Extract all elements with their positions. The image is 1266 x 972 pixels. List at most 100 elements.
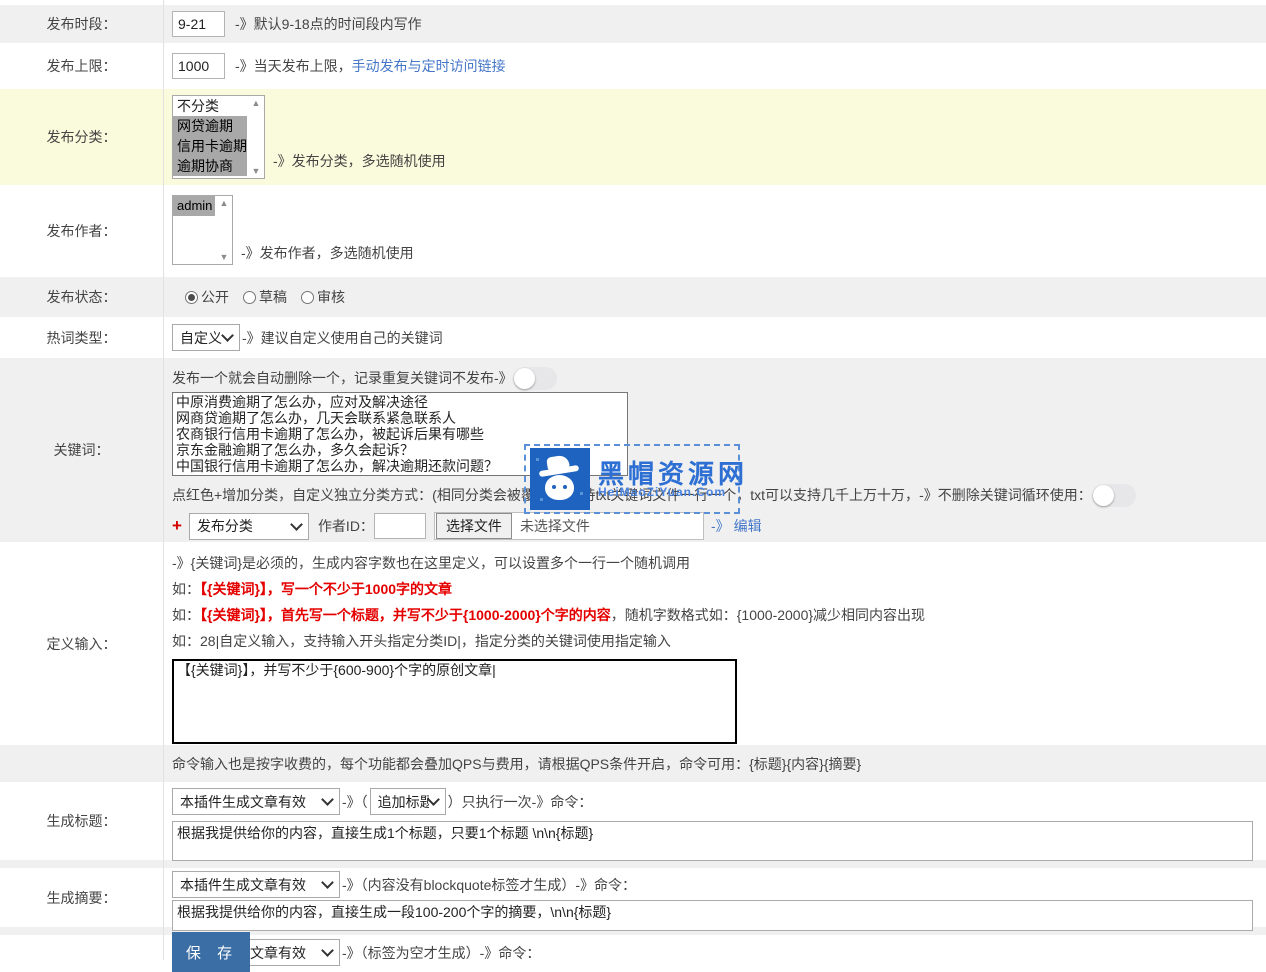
gen-summary-command-textarea[interactable]: 根据我提供给你的内容，直接生成一段100-200个字的摘要，\n\n{标题} — [172, 900, 1253, 931]
radio-selected-icon[interactable] — [185, 291, 198, 304]
define-hint-2: 如：【{关键词}】，写一个不少于1000字的文章 — [172, 576, 1266, 602]
define-input-textarea[interactable]: 【{关键词}】，并写不少于{600-900}个字的原创文章| — [172, 659, 737, 744]
row-publish-limit: 发布上限： -》当天发布上限， 手动发布与定时访问链接 — [0, 43, 1266, 89]
row-gen-summary: 生成摘要： 本插件生成文章有效 -》（内容没有blockquote标签才生成）-… — [0, 868, 1266, 927]
row-hotword-type: 热词类型： 自定义 -》建议自定义使用自己的关键词 — [0, 317, 1266, 358]
select-value: 发布分类 — [197, 516, 253, 536]
edit-link[interactable]: 编辑 — [734, 516, 762, 536]
settings-form: 发布时段： -》默认9-18点的时间段内写作 发布上限： -》当天发布上限， 手… — [0, 0, 1266, 960]
author-option[interactable]: admin — [173, 196, 215, 216]
gen-title-mode-select[interactable]: 本插件生成文章有效 — [172, 788, 340, 815]
chevron-down-icon — [221, 329, 234, 342]
publish-time-hint: -》默认9-18点的时间段内写作 — [235, 14, 422, 34]
gen-summary-after: -》（内容没有blockquote标签才生成）-》命令： — [342, 875, 636, 895]
define-hint-4: 如：28|自定义输入，支持输入开头指定分类ID|，指定分类的关键词使用指定输入 — [172, 628, 1266, 654]
hotword-type-hint: -》建议自定义使用自己的关键词 — [242, 328, 443, 348]
select-value: 自定义 — [180, 328, 222, 348]
label-column-divider — [163, 0, 164, 960]
publish-author-hint: -》发布作者，多选随机使用 — [241, 243, 414, 263]
chevron-down-icon — [321, 793, 334, 806]
hotword-type-select[interactable]: 自定义 — [172, 324, 240, 351]
example-red-text: 【{关键词}】，首先写一个标题，并写不少于{1000-2000}个字的内容 — [200, 607, 611, 623]
category-option[interactable]: 逾期协商 — [173, 156, 247, 176]
watermark-title: 黑帽资源网 — [598, 460, 748, 488]
publish-author-multiselect[interactable]: admin ▲ ▼ — [172, 195, 233, 265]
radio-icon[interactable] — [301, 291, 314, 304]
gen-title-command-textarea[interactable]: 根据我提供给你的内容，直接生成1个标题，只要1个标题 \n\n{标题} — [172, 821, 1253, 861]
watermark-box: 黑帽资源网 HeiMaoZiYuan.Com — [524, 444, 740, 514]
choose-file-button[interactable]: 选择文件 — [436, 513, 512, 539]
row-command-info: 命令输入也是按字收费的，每个功能都会叠加QPS与费用，请根据QPS条件开启，命令… — [0, 745, 1266, 782]
gen-tags-label-empty — [0, 935, 163, 960]
scroll-down-icon[interactable]: ▼ — [220, 250, 229, 264]
publish-category-hint: -》发布分类，多选随机使用 — [273, 151, 446, 171]
publish-author-label: 发布作者： — [0, 185, 163, 277]
scroll-down-icon[interactable]: ▼ — [252, 164, 261, 178]
author-id-input[interactable] — [374, 513, 426, 539]
manual-publish-link[interactable]: 手动发布与定时访问链接 — [352, 56, 506, 76]
example-rest-text: ，随机字数格式如：{1000-2000}减少相同内容出现 — [611, 607, 925, 623]
chevron-down-icon — [290, 518, 303, 531]
row-publish-status: 发布状态： 公开 草稿 审核 — [0, 277, 1266, 317]
row-publish-author: 发布作者： admin ▲ ▼ -》发布作者，多选随机使用 — [0, 185, 1266, 277]
status-radio-draft[interactable]: 草稿 — [243, 287, 287, 307]
scroll-up-icon[interactable]: ▲ — [220, 196, 229, 210]
keyword-file-input[interactable]: 选择文件 未选择文件 — [434, 512, 704, 540]
publish-status-label: 发布状态： — [0, 277, 163, 317]
define-hint-1: -》{关键词}是必须的，生成内容字数也在这里定义，可以设置多个一行一个随机调用 — [172, 550, 1266, 576]
author-id-label: 作者ID： — [318, 516, 374, 536]
keywords-loop-hint: -》不删除关键词循环使用： — [919, 485, 1092, 505]
radio-label: 审核 — [317, 289, 345, 305]
delete-after-publish-toggle[interactable] — [513, 367, 557, 390]
status-radio-review[interactable]: 审核 — [301, 287, 345, 307]
example-prefix: 如： — [172, 581, 200, 597]
command-info-label-empty — [0, 745, 163, 782]
heimao-logo-icon — [530, 448, 590, 510]
hotword-type-label: 热词类型： — [0, 317, 163, 358]
keywords-label: 关键词： — [0, 358, 163, 542]
radio-icon[interactable] — [243, 291, 256, 304]
row-define-input: 定义输入： -》{关键词}是必须的，生成内容字数也在这里定义，可以设置多个一行一… — [0, 542, 1266, 745]
example-prefix: 如： — [172, 607, 200, 623]
define-input-label: 定义输入： — [0, 542, 163, 745]
example-red-text: 【{关键词}】，写一个不少于1000字的文章 — [200, 581, 452, 597]
gen-summary-label: 生成摘要： — [0, 868, 163, 927]
select-value: 本插件生成文章有效 — [180, 792, 306, 812]
scrollbar[interactable]: ▲ ▼ — [248, 96, 264, 178]
gen-summary-mode-select[interactable]: 本插件生成文章有效 — [172, 871, 340, 898]
radio-label: 草稿 — [259, 289, 287, 305]
file-status-text: 未选择文件 — [520, 516, 590, 536]
row-publish-category: 发布分类： 不分类 网贷逾期 信用卡逾期 逾期协商 ▲ ▼ -》发布分类，多选随… — [0, 89, 1266, 185]
publish-limit-input[interactable] — [172, 53, 225, 79]
category-option[interactable]: 不分类 — [173, 96, 247, 116]
category-option[interactable]: 信用卡逾期 — [173, 136, 247, 156]
gen-title-mid: -》（ — [342, 792, 368, 812]
radio-label: 公开 — [201, 289, 229, 305]
keep-keywords-toggle[interactable] — [1092, 484, 1136, 507]
watermark-url: HeiMaoZiYuan.Com — [598, 486, 748, 499]
scrollbar[interactable]: ▲ ▼ — [216, 196, 232, 264]
gen-title-after: ）只执行一次-》命令： — [448, 792, 593, 812]
scroll-up-icon[interactable]: ▲ — [252, 96, 261, 110]
command-info-text: 命令输入也是按字收费的，每个功能都会叠加QPS与费用，请根据QPS条件开启，命令… — [172, 754, 861, 774]
select-value: 本插件生成文章有效 — [180, 875, 306, 895]
gen-title-append-select[interactable]: 追加标题 — [370, 788, 446, 815]
edit-arrow: -》 — [711, 516, 730, 536]
gen-title-label: 生成标题： — [0, 782, 163, 860]
save-button[interactable]: 保 存 — [172, 932, 250, 972]
row-gen-title: 生成标题： 本插件生成文章有效 -》（ 追加标题 ）只执行一次-》命令： 根据我… — [0, 782, 1266, 860]
publish-time-input[interactable] — [172, 11, 225, 37]
keyword-category-select[interactable]: 发布分类 — [189, 513, 309, 540]
select-value: 追加标题 — [378, 792, 429, 812]
status-radio-public[interactable]: 公开 — [185, 287, 229, 307]
chevron-down-icon — [427, 793, 440, 806]
row-publish-time: 发布时段： -》默认9-18点的时间段内写作 — [0, 5, 1266, 43]
category-option[interactable]: 网贷逾期 — [173, 116, 247, 136]
publish-limit-hint: -》当天发布上限， — [235, 56, 352, 76]
add-category-button[interactable]: + — [172, 516, 182, 536]
chevron-down-icon — [321, 876, 334, 889]
publish-limit-label: 发布上限： — [0, 43, 163, 89]
publish-time-label: 发布时段： — [0, 5, 163, 43]
publish-category-multiselect[interactable]: 不分类 网贷逾期 信用卡逾期 逾期协商 ▲ ▼ — [172, 95, 265, 179]
chevron-down-icon — [321, 944, 334, 957]
